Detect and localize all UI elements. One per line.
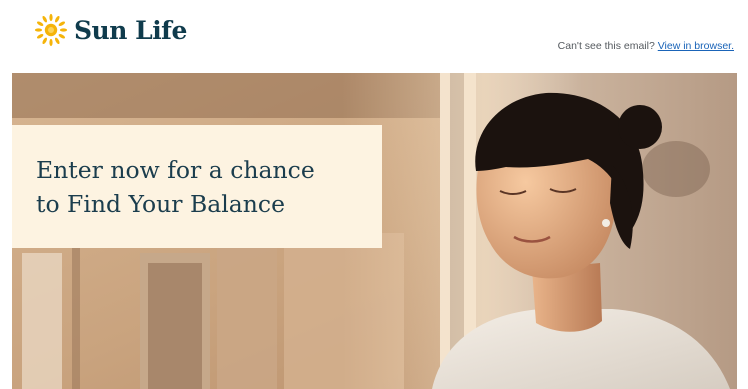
view-in-browser-link[interactable]: View in browser.: [658, 40, 734, 52]
email-body: Sun Life Can't see this email? View in b…: [0, 0, 748, 389]
hero-headline: Enter now for a chance to Find Your Bala…: [36, 156, 315, 218]
sun-icon: [34, 13, 68, 47]
sun-life-logo[interactable]: Sun Life: [34, 13, 187, 47]
hero-banner[interactable]: Enter now for a chance to Find Your Bala…: [12, 73, 737, 389]
email-header: Sun Life Can't see this email? View in b…: [0, 0, 748, 73]
view-in-browser-notice: Can't see this email? View in browser.: [558, 40, 734, 52]
headline-card: Enter now for a chance to Find Your Bala…: [12, 125, 382, 248]
brand-name: Sun Life: [74, 15, 187, 45]
view-browser-prefix: Can't see this email?: [557, 40, 655, 52]
